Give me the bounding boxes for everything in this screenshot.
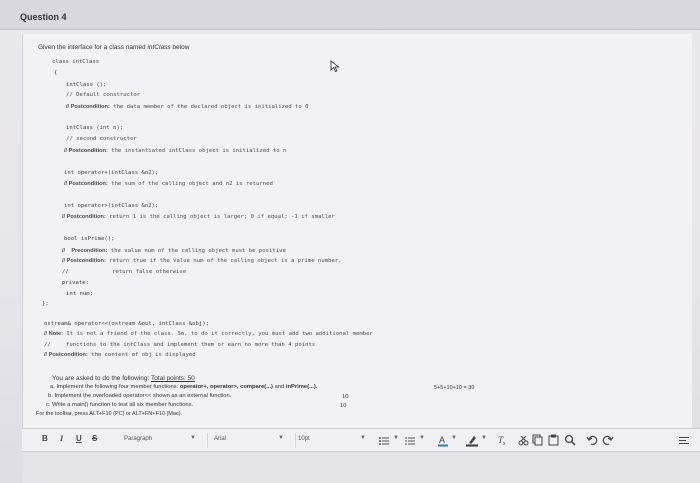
chevron-down-icon: ▼ (278, 435, 284, 441)
underline-button[interactable]: U (76, 434, 82, 443)
task-header: You are asked to do the following: Total… (52, 375, 195, 382)
code-line: { (54, 70, 58, 76)
task-item-a: a. Implement the following four member f… (50, 384, 317, 390)
question-header: Question 4 (0, 0, 700, 30)
clear-formatting-icon[interactable]: T x (496, 434, 508, 446)
toolbar-hint: For the toolbar, press ALT+F10 (PC) or A… (36, 411, 183, 417)
redo-icon[interactable] (602, 434, 614, 446)
code-text: the data member of the declared object i… (109, 104, 309, 110)
task-item-c: c. Write a main() function to test all s… (46, 402, 194, 408)
copy-icon[interactable] (532, 434, 543, 446)
code-line: // (62, 269, 69, 275)
code-line: bool isPrime(); (64, 236, 115, 242)
code-line: int num; (66, 291, 93, 297)
font-size-select-value: 10pt (298, 436, 310, 442)
code-label: // Postcondition: (66, 104, 110, 110)
code-line: // Default constructor (66, 92, 141, 98)
code-text: the instantiated intClass object is init… (107, 148, 287, 154)
code-text: return true if the value num of the call… (105, 258, 342, 264)
code-label: // Postcondition: (44, 352, 88, 358)
code-text: It is not a friend of the class. So, to … (62, 331, 373, 337)
code-line: // Postcondition: the instantiated intCl… (64, 148, 286, 154)
task-a-text: a. Implement the following four member f… (50, 384, 180, 390)
editor-content-area[interactable] (22, 452, 700, 483)
chevron-down-icon: ▼ (190, 435, 196, 441)
intro-text: Given the interface for a class named in… (38, 44, 189, 51)
code-line: int operator+(intClass &n2); (64, 170, 159, 176)
cut-icon[interactable] (518, 435, 529, 446)
paste-icon[interactable] (548, 434, 559, 446)
task-a-inprime: inPrime(...). (285, 384, 318, 390)
code-line: // (44, 342, 51, 348)
task-item-b: b. Implement the overloaded operator<< s… (48, 393, 232, 399)
code-line: }; (42, 301, 49, 307)
code-label: // Postcondition: (64, 148, 108, 154)
code-line: // Postcondition: return 1 is the callin… (62, 214, 335, 220)
code-line: // Postcondition: the content of obj is … (44, 352, 196, 358)
bold-button[interactable]: B (42, 434, 48, 443)
code-line: intClass (); (66, 82, 107, 88)
chevron-down-icon[interactable]: ▼ (451, 435, 457, 441)
more-options-icon[interactable] (678, 435, 690, 447)
task-b-points: 10 (342, 394, 349, 400)
task-header-text: You are asked to do the following: (52, 375, 152, 382)
code-text: the value num of the calling object must… (107, 248, 286, 254)
chevron-down-icon[interactable]: ▼ (419, 435, 425, 441)
code-line: // Postcondition: return true if the val… (62, 258, 342, 264)
highlight-color-icon[interactable] (466, 434, 478, 447)
code-line: return false otherwise (112, 269, 187, 275)
code-text: return 1 is the calling object is larger… (105, 214, 335, 220)
code-line: functions to the intClass and implement … (66, 342, 316, 348)
bulleted-list-icon[interactable] (378, 435, 390, 447)
code-line: private: (62, 280, 89, 286)
code-line: class intClass (52, 59, 100, 65)
total-points: Total points: 50 (151, 375, 195, 382)
code-line: int operator>(intClass &n2); (64, 203, 159, 209)
intro-prefix: Given the interface for a class named (38, 44, 148, 51)
question-title: Question 4 (20, 12, 67, 22)
code-line: // Note: It is not a friend of the class… (44, 331, 373, 337)
chevron-down-icon[interactable]: ▼ (481, 435, 487, 441)
font-select-value: Arial (214, 436, 227, 442)
paragraph-select-value: Paragraph (124, 436, 153, 442)
task-a-and: and (272, 384, 286, 390)
code-line: // Precondition: the value num of the ca… (62, 248, 286, 254)
italic-button[interactable]: I (60, 434, 63, 443)
editor-toolbar: B I U S Paragraph ▼ Arial ▼ 10pt ▼ ▼ ▼ A… (22, 428, 700, 452)
text-color-icon[interactable]: A (438, 434, 448, 447)
task-a-points: 5+5+10+10 = 30 (434, 385, 475, 391)
code-label: // Postcondition: (62, 258, 106, 264)
svg-text:A: A (439, 435, 445, 445)
task-a-functions: operator+, operator>, compare(...) (179, 384, 273, 390)
code-text: the sum of the calling object and n2 is … (107, 181, 273, 187)
code-label: // Postcondition: (62, 214, 106, 220)
undo-icon[interactable] (586, 434, 598, 446)
chevron-down-icon[interactable]: ▼ (393, 435, 399, 441)
code-line: // second constructor (66, 136, 137, 142)
code-label: // Note: (44, 331, 63, 337)
code-label: // Precondition: (62, 248, 108, 254)
intro-class-name: intClass (147, 44, 171, 51)
code-text: the content of obj is displayed (87, 352, 196, 358)
chevron-down-icon: ▼ (360, 435, 366, 441)
intro-suffix: below (170, 44, 190, 51)
code-line: ostream& operator<<(ostream &out, intCla… (44, 321, 210, 327)
search-icon[interactable] (564, 434, 576, 446)
code-line: // Postcondition: the sum of the calling… (64, 181, 273, 187)
code-line: // Postcondition: the data member of the… (66, 104, 309, 110)
strikethrough-button[interactable]: S (92, 434, 97, 443)
mouse-cursor-icon (330, 60, 340, 72)
svg-text:x: x (503, 441, 506, 446)
code-line: intClass (int n); (66, 125, 124, 131)
task-c-points: 10 (340, 403, 347, 409)
code-label: // Postcondition: (64, 181, 108, 187)
numbered-list-icon[interactable] (404, 435, 416, 447)
